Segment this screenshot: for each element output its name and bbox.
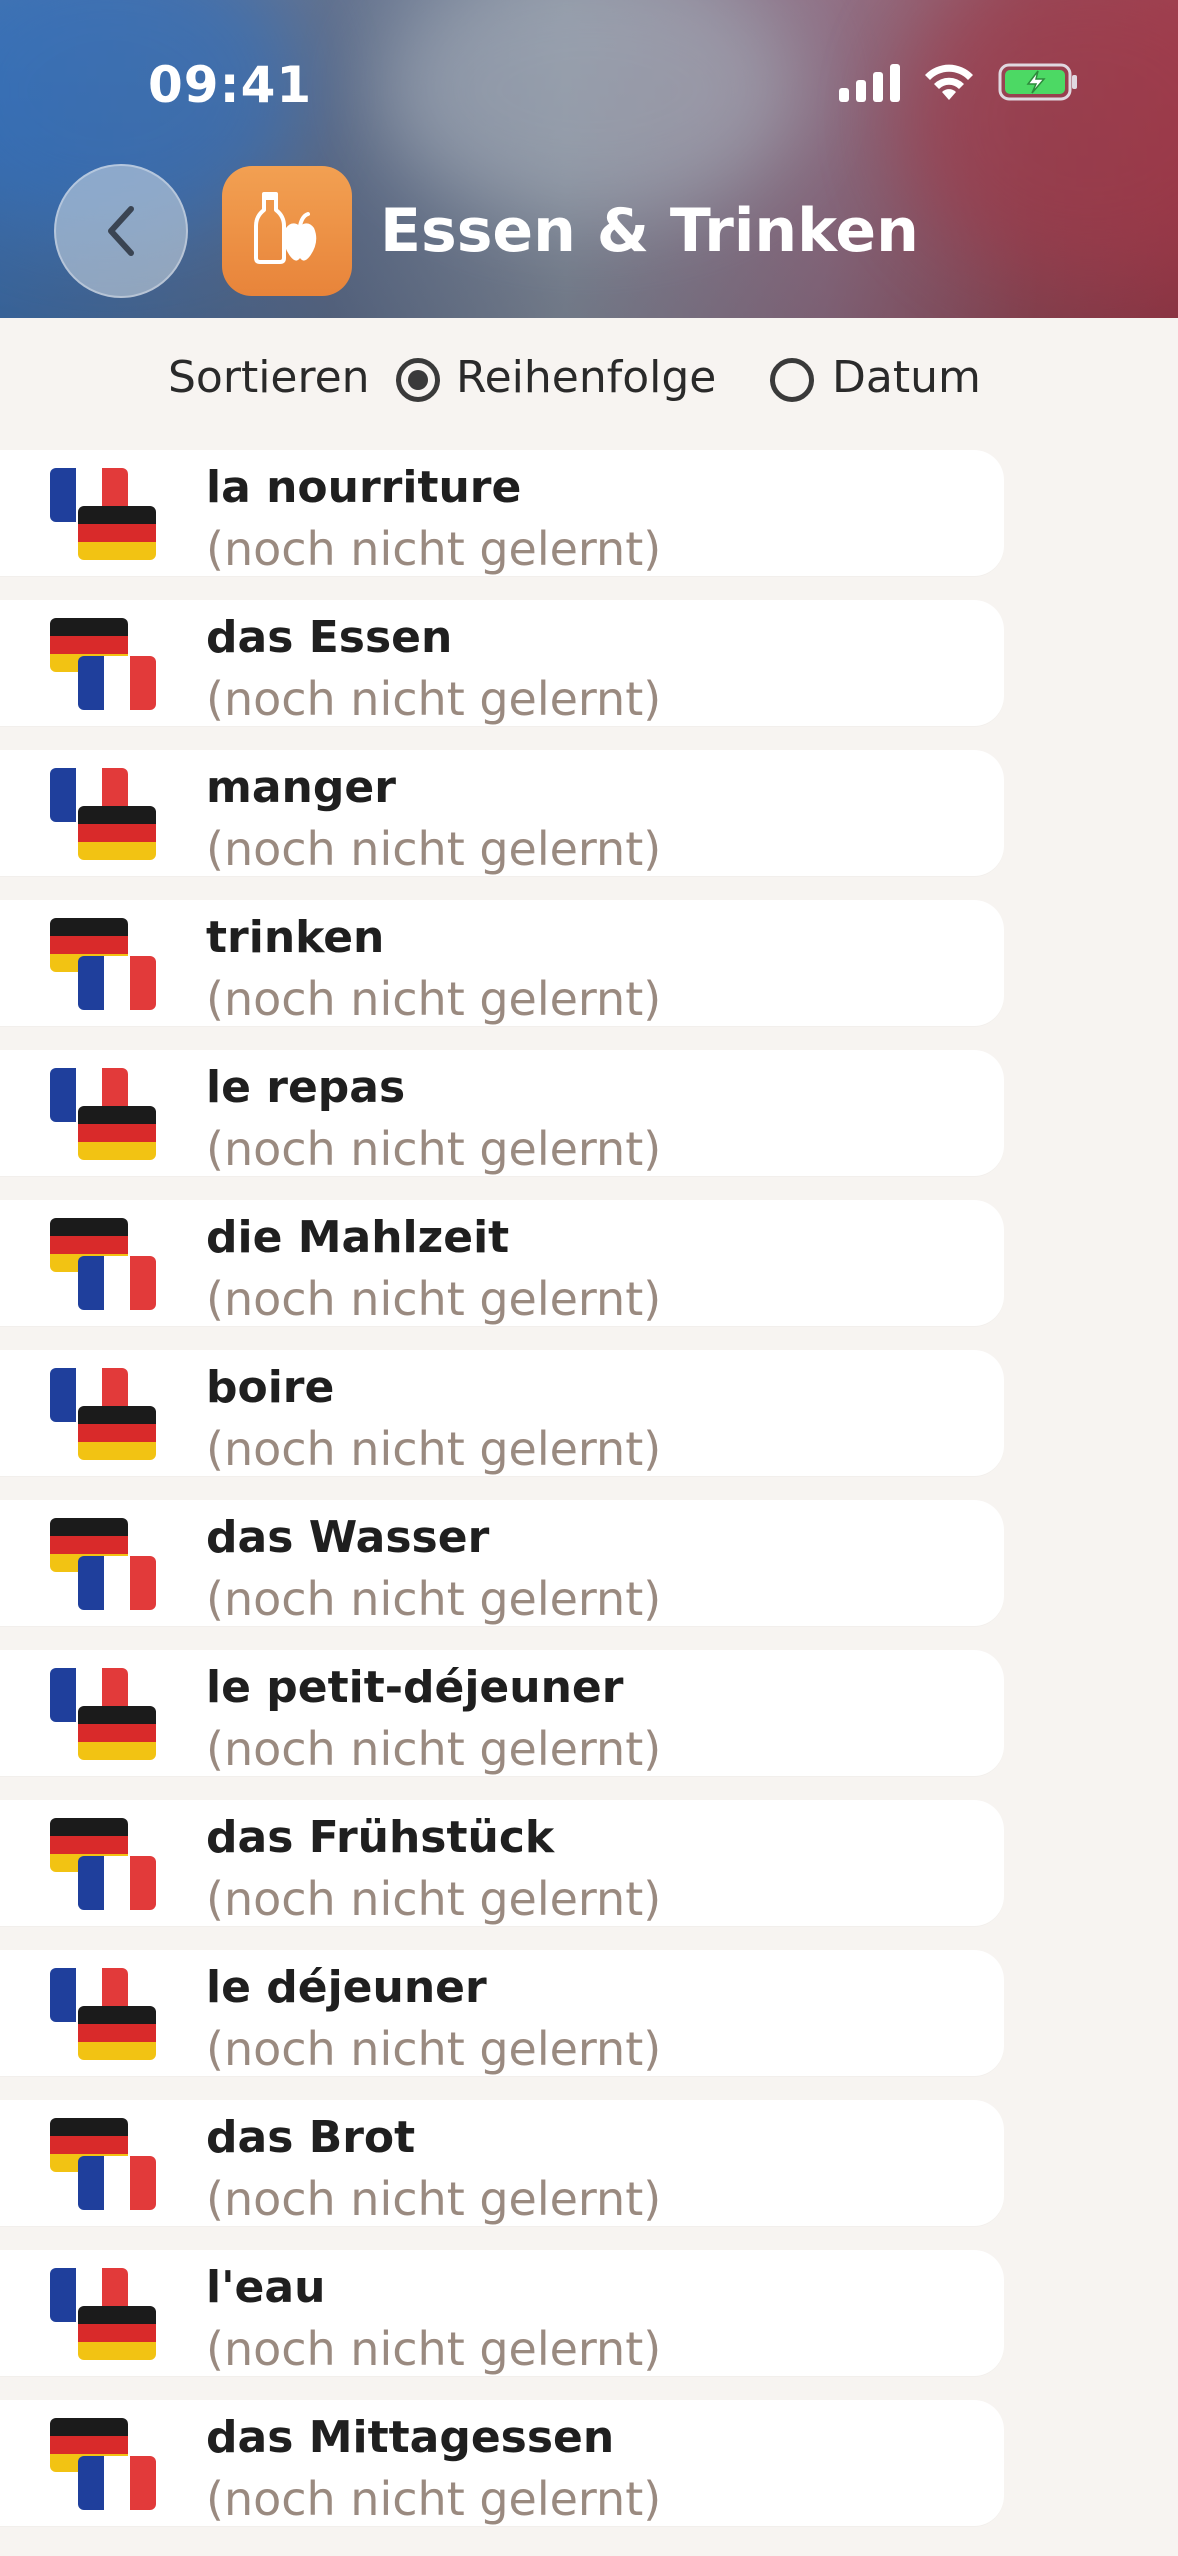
list-item[interactable]: die Mahlzeit (noch nicht gelernt) <box>0 1200 1004 1326</box>
language-direction-icon <box>50 918 160 1014</box>
language-direction-icon <box>50 468 160 564</box>
item-title: le petit-déjeuner <box>206 1662 624 1713</box>
page-title: Essen & Trinken <box>380 196 919 266</box>
item-title: das Mittagessen <box>206 2412 615 2463</box>
item-status: (noch nicht gelernt) <box>206 1122 662 1176</box>
radio-datum[interactable] <box>770 358 814 402</box>
radio-label-reihenfolge[interactable]: Reihenfolge <box>456 352 716 403</box>
germany-flag-icon <box>78 1406 156 1460</box>
item-title: das Wasser <box>206 1512 490 1563</box>
item-title: le repas <box>206 1062 406 1113</box>
item-title: la nourriture <box>206 462 522 513</box>
list-item[interactable]: das Brot (noch nicht gelernt) <box>0 2100 1004 2226</box>
germany-flag-icon <box>78 1706 156 1760</box>
germany-flag-icon <box>78 806 156 860</box>
item-status: (noch nicht gelernt) <box>206 822 662 876</box>
radio-label-datum[interactable]: Datum <box>832 352 981 403</box>
wifi-icon <box>925 64 973 100</box>
sort-controls: Sortieren Reihenfolge Datum <box>0 352 1178 408</box>
language-direction-icon <box>50 2118 160 2214</box>
language-direction-icon <box>50 1818 160 1914</box>
vocabulary-list: la nourriture (noch nicht gelernt) das Ess… <box>0 450 1004 2550</box>
item-title: manger <box>206 762 396 813</box>
list-item[interactable]: das Essen (noch nicht gelernt) <box>0 600 1004 726</box>
category-icon <box>222 166 352 296</box>
item-title: trinken <box>206 912 385 963</box>
france-flag-icon <box>78 656 156 710</box>
france-flag-icon <box>78 2456 156 2510</box>
item-title: das Essen <box>206 612 453 663</box>
item-status: (noch nicht gelernt) <box>206 2172 662 2226</box>
sort-label: Sortieren <box>168 352 370 403</box>
language-direction-icon <box>50 1368 160 1464</box>
item-status: (noch nicht gelernt) <box>206 672 662 726</box>
list-item[interactable]: le déjeuner (noch nicht gelernt) <box>0 1950 1004 2076</box>
item-title: das Brot <box>206 2112 416 2163</box>
item-status: (noch nicht gelernt) <box>206 972 662 1026</box>
status-icons <box>839 62 1080 102</box>
back-button[interactable] <box>54 164 188 298</box>
france-flag-icon <box>78 1256 156 1310</box>
language-direction-icon <box>50 1068 160 1164</box>
france-flag-icon <box>78 2156 156 2210</box>
item-title: boire <box>206 1362 335 1413</box>
food-drink-icon <box>254 192 317 264</box>
item-title: le déjeuner <box>206 1962 487 2013</box>
list-item[interactable]: le petit-déjeuner (noch nicht gelernt) <box>0 1650 1004 1776</box>
list-item[interactable]: l'eau (noch nicht gelernt) <box>0 2250 1004 2376</box>
list-item[interactable]: das Wasser (noch nicht gelernt) <box>0 1500 1004 1626</box>
item-status: (noch nicht gelernt) <box>206 1872 662 1926</box>
germany-flag-icon <box>78 506 156 560</box>
list-item[interactable]: le repas (noch nicht gelernt) <box>0 1050 1004 1176</box>
language-direction-icon <box>50 1668 160 1764</box>
status-time: 09:41 <box>148 56 313 114</box>
list-item[interactable]: manger (noch nicht gelernt) <box>0 750 1004 876</box>
list-item[interactable]: das Mittagessen (noch nicht gelernt) <box>0 2400 1004 2526</box>
language-direction-icon <box>50 1518 160 1614</box>
item-title: die Mahlzeit <box>206 1212 510 1263</box>
france-flag-icon <box>78 1856 156 1910</box>
france-flag-icon <box>78 956 156 1010</box>
germany-flag-icon <box>78 2306 156 2360</box>
language-direction-icon <box>50 1218 160 1314</box>
battery-charging-icon <box>998 63 1077 101</box>
item-status: (noch nicht gelernt) <box>206 1722 662 1776</box>
item-status: (noch nicht gelernt) <box>206 2322 662 2376</box>
list-item[interactable]: la nourriture (noch nicht gelernt) <box>0 450 1004 576</box>
item-status: (noch nicht gelernt) <box>206 1422 662 1476</box>
language-direction-icon <box>50 1968 160 2064</box>
cellular-signal-icon <box>839 62 900 102</box>
header: 09:41 Essen & Trinken <box>0 0 1178 318</box>
germany-flag-icon <box>78 1106 156 1160</box>
list-item[interactable]: das Frühstück (noch nicht gelernt) <box>0 1800 1004 1926</box>
item-title: das Frühstück <box>206 1812 555 1863</box>
list-item[interactable]: boire (noch nicht gelernt) <box>0 1350 1004 1476</box>
radio-reihenfolge[interactable] <box>396 358 440 402</box>
item-status: (noch nicht gelernt) <box>206 1572 662 1626</box>
language-direction-icon <box>50 768 160 864</box>
item-title: l'eau <box>206 2262 326 2313</box>
item-status: (noch nicht gelernt) <box>206 2022 662 2076</box>
item-status: (noch nicht gelernt) <box>206 2472 662 2526</box>
france-flag-icon <box>78 1556 156 1610</box>
language-direction-icon <box>50 2418 160 2514</box>
language-direction-icon <box>50 2268 160 2364</box>
item-status: (noch nicht gelernt) <box>206 1272 662 1326</box>
chevron-left-icon <box>108 206 134 256</box>
germany-flag-icon <box>78 2006 156 2060</box>
list-item[interactable]: trinken (noch nicht gelernt) <box>0 900 1004 1026</box>
language-direction-icon <box>50 618 160 714</box>
item-status: (noch nicht gelernt) <box>206 522 662 576</box>
